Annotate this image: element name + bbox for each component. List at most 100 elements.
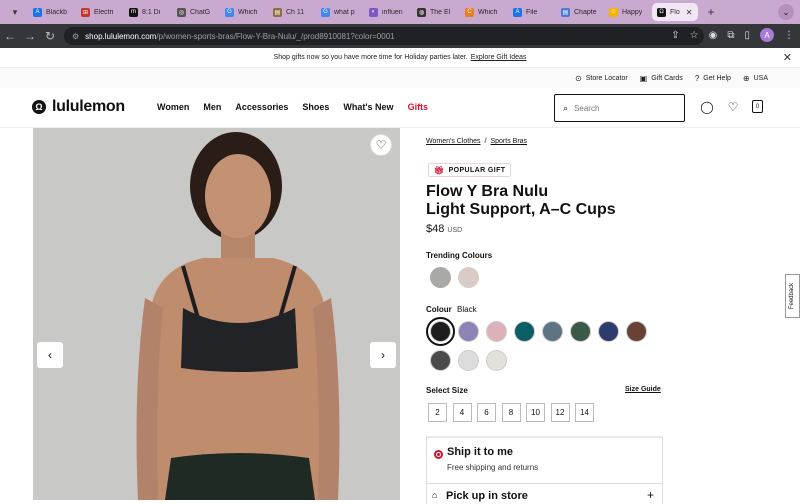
nav-item-accessories[interactable]: Accessories: [235, 102, 288, 112]
search-input[interactable]: [574, 103, 675, 113]
browser-tab[interactable]: ▤ Ch 11: [268, 3, 314, 21]
browser-tab[interactable]: Ω Flo ✕: [652, 3, 698, 21]
ship-radio[interactable]: [434, 450, 443, 459]
browser-tab-strip: ▾ A Blackb ⊞ Electri m 8:1 Di ◎ ChatG G Which ▤ Ch …: [0, 0, 800, 24]
tab-title: influen: [382, 8, 403, 16]
tab-favicon-icon: C: [465, 7, 474, 17]
browser-tab[interactable]: ◎ ChatG: [172, 3, 218, 21]
browser-tab[interactable]: m 8:1 Di: [124, 3, 170, 21]
colour-swatch[interactable]: [514, 321, 535, 342]
browser-tab[interactable]: C Which: [460, 3, 506, 21]
sidebar-icon[interactable]: ▯: [744, 30, 750, 41]
nav-item-gifts[interactable]: Gifts: [408, 102, 429, 112]
browser-tab[interactable]: Gwhat p: [316, 3, 362, 21]
extension-icon[interactable]: ◉: [709, 30, 718, 41]
browser-tab[interactable]: A File: [508, 3, 554, 21]
trending-colour-swatch[interactable]: [430, 267, 451, 288]
colour-swatch[interactable]: [570, 321, 591, 342]
get-help-link[interactable]: ? Get Help: [695, 74, 731, 83]
ship-subtitle: Free shipping and returns: [447, 463, 539, 472]
size-guide-link[interactable]: Size Guide: [625, 386, 661, 393]
wishlist-heart-icon[interactable]: ♡: [370, 134, 392, 156]
bookmark-star-icon[interactable]: ☆: [690, 30, 699, 41]
size-option[interactable]: 8: [501, 403, 521, 422]
main-header: Ω lululemon Women Men Accessories Shoes What…: [0, 88, 800, 128]
product-title-line1: Flow Y Bra Nulu: [426, 183, 549, 200]
trending-colour-swatch[interactable]: [458, 267, 479, 288]
lululemon-logo[interactable]: Ω lululemon: [32, 98, 125, 116]
browser-tab[interactable]: G Which: [220, 3, 266, 21]
help-icon: ?: [694, 73, 700, 83]
url-host: shop.lululemon.com: [85, 31, 157, 41]
wishlist-heart-icon[interactable]: ♡: [726, 100, 740, 114]
tab-favicon-icon: ◎: [177, 7, 186, 17]
next-image-arrow[interactable]: ›: [370, 342, 396, 368]
tab-search-icon[interactable]: ▾: [4, 3, 26, 21]
region-selector[interactable]: ⊕ USA: [743, 74, 768, 83]
reload-icon[interactable]: ↻: [40, 29, 60, 43]
ship-it-option[interactable]: Ship it to me Free shipping and returns: [426, 436, 663, 484]
colour-swatch[interactable]: [486, 350, 507, 371]
feedback-tab[interactable]: Feedback: [785, 274, 800, 318]
size-option[interactable]: 10: [526, 403, 545, 422]
tab-favicon-icon: ◍: [417, 7, 426, 17]
breadcrumb-sports-bras[interactable]: Sports Bras: [490, 138, 527, 145]
close-icon[interactable]: ✕: [783, 51, 792, 64]
address-bar[interactable]: ⚙ shop.lululemon.com /p/women-sports-bra…: [64, 27, 704, 45]
tab-favicon-icon: G: [225, 7, 234, 17]
nav-item-shoes[interactable]: Shoes: [302, 102, 329, 112]
new-tab-button[interactable]: +: [702, 3, 720, 21]
product-image[interactable]: ♡ ‹ ›: [33, 128, 400, 500]
forward-icon[interactable]: →: [20, 29, 40, 43]
nav-item-women[interactable]: Women: [157, 102, 189, 112]
browser-tab[interactable]: ▤ Chapte: [556, 3, 602, 21]
colour-swatch[interactable]: [426, 317, 455, 346]
tab-title: The El: [430, 8, 451, 16]
back-icon[interactable]: ←: [0, 29, 20, 43]
shopping-bag-icon[interactable]: 0: [752, 100, 763, 113]
browser-tab[interactable]: ☺ Happy: [604, 3, 650, 21]
menu-kebab-icon[interactable]: ⋮: [784, 30, 794, 41]
store-locator-link[interactable]: ⊙ Store Locator: [575, 74, 628, 83]
feedback-label: Feedback: [789, 282, 796, 310]
account-icon[interactable]: ◯: [700, 100, 714, 114]
colour-swatch[interactable]: [542, 321, 563, 342]
nav-item-what-s-new[interactable]: What's New: [343, 102, 393, 112]
breadcrumb-womens-clothes[interactable]: Women's Clothes: [426, 138, 481, 145]
tab-list-chevron-icon[interactable]: ⌄: [778, 4, 794, 20]
region-label: USA: [753, 74, 768, 82]
puzzle-icon[interactable]: ⧉: [727, 30, 734, 41]
close-tab-icon[interactable]: ✕: [686, 8, 693, 17]
search-box[interactable]: ⌕: [554, 94, 685, 122]
tab-favicon-icon: G: [321, 7, 330, 17]
promo-link[interactable]: Explore Gift Ideas: [471, 54, 527, 61]
browser-tab[interactable]: ⊞ Electri: [76, 3, 122, 21]
browser-tab[interactable]: ◍ The El: [412, 3, 458, 21]
previous-image-arrow[interactable]: ‹: [37, 342, 63, 368]
size-option[interactable]: 2: [428, 403, 447, 422]
url-path: /p/women-sports-bras/Flow-Y-Bra-Nulu/_/p…: [156, 31, 395, 41]
site-info-icon[interactable]: ⚙: [72, 32, 79, 41]
gift-cards-link[interactable]: ▣ Gift Cards: [640, 74, 683, 83]
browser-tab[interactable]: ◐ influen: [364, 3, 410, 21]
size-option[interactable]: 14: [575, 403, 594, 422]
price-value: $48: [426, 223, 445, 235]
colour-swatch[interactable]: [458, 350, 479, 371]
colour-swatch[interactable]: [458, 321, 479, 342]
product-price: $48 USD: [426, 223, 462, 235]
profile-avatar[interactable]: A: [760, 28, 774, 42]
promo-text: Shop gifts now so you have more time for…: [273, 54, 468, 61]
colour-swatch[interactable]: [626, 321, 647, 342]
pickup-option[interactable]: ⌂ Pick up in store +: [426, 484, 663, 504]
size-option[interactable]: 12: [550, 403, 570, 422]
nav-item-men[interactable]: Men: [203, 102, 221, 112]
browser-tab[interactable]: A Blackb: [28, 3, 74, 21]
colour-swatch[interactable]: [430, 350, 451, 371]
product-title-line2: Light Support, A–C Cups: [426, 201, 616, 218]
colour-swatch[interactable]: [598, 321, 619, 342]
tab-favicon-icon: Ω: [657, 7, 666, 17]
size-option[interactable]: 6: [477, 403, 496, 422]
colour-swatch[interactable]: [486, 321, 507, 342]
size-option[interactable]: 4: [452, 403, 472, 422]
share-icon[interactable]: ⇪: [671, 30, 679, 41]
